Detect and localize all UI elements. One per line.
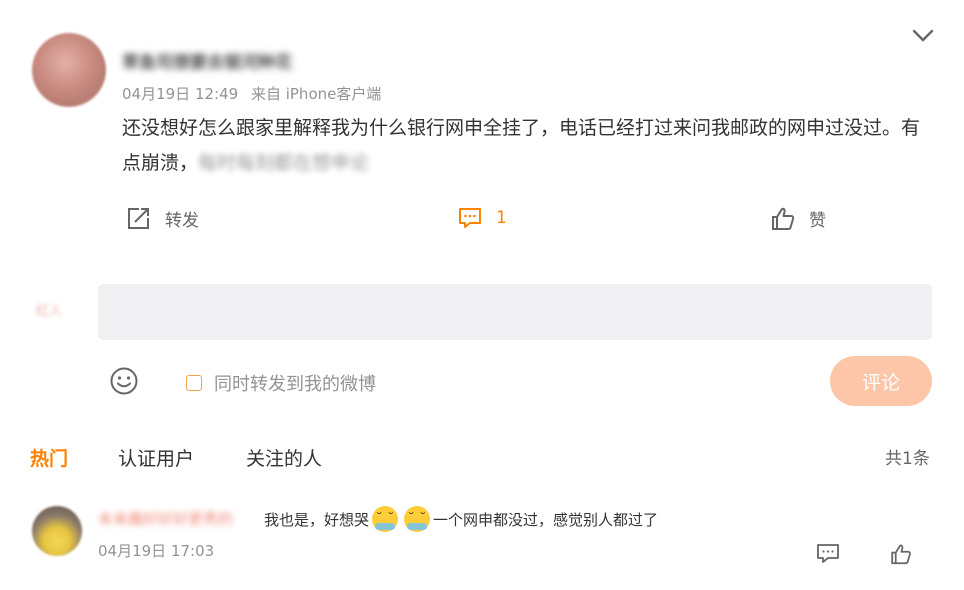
comment-input[interactable]	[98, 284, 932, 340]
weibo-post-card: 草鱼司想要去银河种花 04月19日 12:49 来自 iPhone客户端 还没想…	[0, 0, 964, 590]
repost-button[interactable]: 转发	[126, 206, 199, 231]
post-source: 来自 iPhone客户端	[250, 85, 382, 103]
thumbs-up-icon	[772, 207, 795, 230]
like-label: 赞	[809, 211, 826, 231]
collapse-chevron-icon[interactable]	[912, 28, 934, 47]
post-text: 还没想好怎么跟家里解释我为什么银行网申全挂了，电话已经打过来问我邮政的网申过没过…	[122, 111, 932, 181]
comment-icon	[459, 208, 481, 228]
comment-count: 1	[496, 208, 507, 228]
tab-verified-users[interactable]: 认证用户	[118, 444, 194, 471]
repost-icon	[128, 208, 149, 229]
current-user-tag: 红人	[36, 304, 63, 319]
repost-label: 转发	[165, 211, 199, 231]
comment-like-icon[interactable]	[890, 543, 912, 569]
comment-text-end: 一个网申都没过，感觉别人都过了	[433, 510, 659, 529]
post-text-blurred: 每时每刻都在想申论	[198, 152, 370, 174]
post-username[interactable]: 草鱼司想要去银河种花	[122, 48, 292, 73]
comment-total: 共1条	[885, 449, 930, 469]
comment-text: 我也是，好想哭 ˘ ˘ ˘ ˘ 一个网申都没过，感觉别人都过了	[264, 506, 658, 532]
repost-checkbox[interactable]	[186, 375, 202, 391]
repost-option-label: 同时转发到我的微博	[214, 374, 376, 395]
current-user-avatar: 红人	[36, 300, 82, 322]
comment-avatar[interactable]	[32, 506, 82, 556]
comment-toggle-button[interactable]: 1	[458, 206, 507, 230]
comment-time: 04月19日 17:03	[98, 542, 215, 560]
user-avatar[interactable]	[32, 33, 106, 107]
comment-reply-icon[interactable]	[816, 543, 840, 569]
post-time[interactable]: 04月19日 12:49	[122, 85, 238, 103]
comment-text-start: 我也是，好想哭	[264, 510, 370, 529]
crying-face-icon: ˘ ˘	[372, 506, 399, 532]
submit-comment-button[interactable]: 评论	[830, 356, 932, 406]
tab-hot[interactable]: 热门	[30, 444, 68, 471]
tab-following[interactable]: 关注的人	[246, 444, 322, 471]
crying-face-icon: ˘ ˘	[404, 506, 431, 532]
comment-username[interactable]: 未来趣好好好更秀的	[98, 508, 233, 529]
post-meta: 04月19日 12:49 来自 iPhone客户端	[122, 83, 381, 104]
emoji-picker-icon[interactable]	[109, 366, 139, 400]
like-button[interactable]: 赞	[771, 206, 826, 231]
repost-option[interactable]: 同时转发到我的微博	[186, 370, 376, 396]
